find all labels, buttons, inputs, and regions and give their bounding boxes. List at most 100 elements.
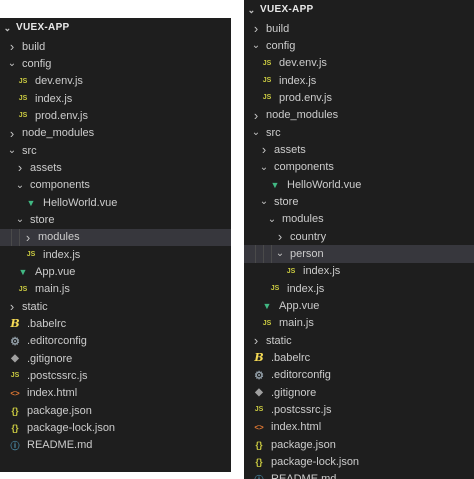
tree-item-label: .babelrc [271,351,311,364]
tree-item-label: static [22,300,48,313]
tree-item-editorconfig[interactable]: ⚙ .editorconfig [244,367,474,384]
chevron-down-icon: ⌄ [7,58,17,70]
tree-item-config[interactable]: ⌄ config [244,37,474,54]
tree-item-postcssrc-js[interactable]: JS .postcssrc.js [0,367,231,384]
tree-item-helloworld-vue[interactable]: ▼ HelloWorld.vue [0,194,231,211]
tree-item-index-js[interactable]: JS index.js [0,90,231,107]
tree-item-babelrc[interactable]: B .babelrc [244,349,474,366]
tree-item-index-html[interactable]: <> index.html [244,419,474,436]
explorer-header[interactable]: ⌄ VUEX-APP [0,18,231,38]
tree-item-index-js[interactable]: JS index.js [244,280,474,297]
tree-item-label: index.html [271,421,322,434]
chevron-right-icon: › [261,142,267,158]
tree-item-prod-env-js[interactable]: JS prod.env.js [244,89,474,106]
tree-item-dev-env-js[interactable]: JS dev.env.js [244,55,474,72]
chevron-down-icon: ⌄ [275,248,285,260]
workspace-title: VUEX-APP [16,22,70,33]
tree-item-components[interactable]: ⌄ components [244,159,474,176]
tree-item-main-js[interactable]: JS main.js [244,315,474,332]
tree-item-src[interactable]: ⌄ src [0,142,231,159]
js-file-icon: JS [286,267,296,275]
vue-file-icon: ▼ [18,266,28,277]
js-file-icon: JS [262,59,272,67]
tree-item-label: modules [282,213,324,226]
tree-item-static[interactable]: › static [0,298,231,315]
tree-item-static[interactable]: › static [244,332,474,349]
tree-item-index-js[interactable]: JS index.js [244,263,474,280]
tree-item-label: build [22,40,46,53]
tree-item-build[interactable]: › build [244,20,474,37]
tree-item-label: index.js [35,92,73,105]
tree-item-label: store [30,213,55,226]
vue-file-icon: ▼ [270,179,280,190]
tree-item-modules[interactable]: ⌄ modules [244,211,474,228]
tree-item-label: .postcssrc.js [271,403,332,416]
tree-item-person[interactable]: ⌄ person [244,245,474,263]
tree-item-package-lock-json[interactable]: {} package-lock.json [0,419,231,436]
tree-item-label: .gitignore [27,352,73,365]
tree-item-index-js[interactable]: JS index.js [0,246,231,263]
tree-item-label: store [274,195,299,208]
tree-item-app-vue[interactable]: ▼ App.vue [0,263,231,280]
tree-item-prod-env-js[interactable]: JS prod.env.js [0,107,231,124]
tree-item-label: config [266,39,296,52]
tree-item-label: src [266,126,281,139]
tree-item-country[interactable]: › country [244,228,474,245]
tree-item-label: dev.env.js [35,75,83,88]
workspace-title: VUEX-APP [260,4,314,15]
tree-item-label: index.html [27,387,78,400]
tree-item-index-js[interactable]: JS index.js [244,72,474,89]
tree-item-label: node_modules [266,109,339,122]
tree-item-readme-md[interactable]: ⓘ README.md [0,437,231,454]
tree-item-package-lock-json[interactable]: {} package-lock.json [244,453,474,470]
tree-item-dev-env-js[interactable]: JS dev.env.js [0,73,231,90]
file-tree: › build ⌄ config JS dev.env.js JS index.js JS pro… [0,38,231,454]
tree-item-node-modules[interactable]: › node_modules [0,125,231,142]
tree-item-gitignore[interactable]: ◆ .gitignore [244,384,474,401]
tree-item-components[interactable]: ⌄ components [0,177,231,194]
tree-item-label: package-lock.json [271,455,360,468]
tree-item-label: index.js [43,248,81,261]
git-icon: ◆ [255,387,263,399]
tree-item-babelrc[interactable]: B .babelrc [0,315,231,332]
js-file-icon: JS [18,285,28,293]
tree-item-config[interactable]: ⌄ config [0,55,231,72]
tree-item-label: node_modules [22,127,95,140]
tree-item-main-js[interactable]: JS main.js [0,281,231,298]
tree-item-editorconfig[interactable]: ⚙ .editorconfig [0,333,231,350]
json-file-icon: {} [11,405,19,416]
chevron-down-icon: ⌄ [247,5,256,15]
js-file-icon: JS [262,77,272,85]
tree-item-src[interactable]: ⌄ src [244,124,474,141]
tree-item-modules[interactable]: › modules [0,228,231,246]
tree-item-package-json[interactable]: {} package.json [244,436,474,453]
babel-icon: B [10,317,20,331]
tree-item-store[interactable]: ⌄ store [0,211,231,228]
tree-item-postcssrc-js[interactable]: JS .postcssrc.js [244,401,474,418]
tree-item-package-json[interactable]: {} package.json [0,402,231,419]
explorer-header[interactable]: ⌄ VUEX-APP [244,0,474,20]
tree-item-assets[interactable]: › assets [244,141,474,158]
tree-item-readme-md[interactable]: ⓘ README.md [244,471,474,479]
tree-item-index-html[interactable]: <> index.html [0,385,231,402]
tree-item-label: config [22,57,52,70]
tree-item-label: .editorconfig [27,335,87,348]
tree-item-assets[interactable]: › assets [0,159,231,176]
tree-item-label: package-lock.json [27,421,116,434]
tree-item-helloworld-vue[interactable]: ▼ HelloWorld.vue [244,176,474,193]
js-file-icon: JS [18,112,28,120]
tree-item-label: index.js [303,265,341,278]
tree-item-label: .postcssrc.js [27,369,88,382]
tree-item-store[interactable]: ⌄ store [244,193,474,210]
html-file-icon: <> [10,388,20,398]
tree-item-build[interactable]: › build [0,38,231,55]
chevron-down-icon: ⌄ [267,213,277,225]
tree-item-gitignore[interactable]: ◆ .gitignore [0,350,231,367]
tree-item-label: country [290,230,327,243]
tree-item-node-modules[interactable]: › node_modules [244,107,474,124]
tree-item-label: index.js [287,282,325,295]
tree-item-app-vue[interactable]: ▼ App.vue [244,297,474,314]
babel-icon: B [254,351,264,365]
indent-guide [255,245,256,263]
chevron-down-icon: ⌄ [251,127,261,139]
